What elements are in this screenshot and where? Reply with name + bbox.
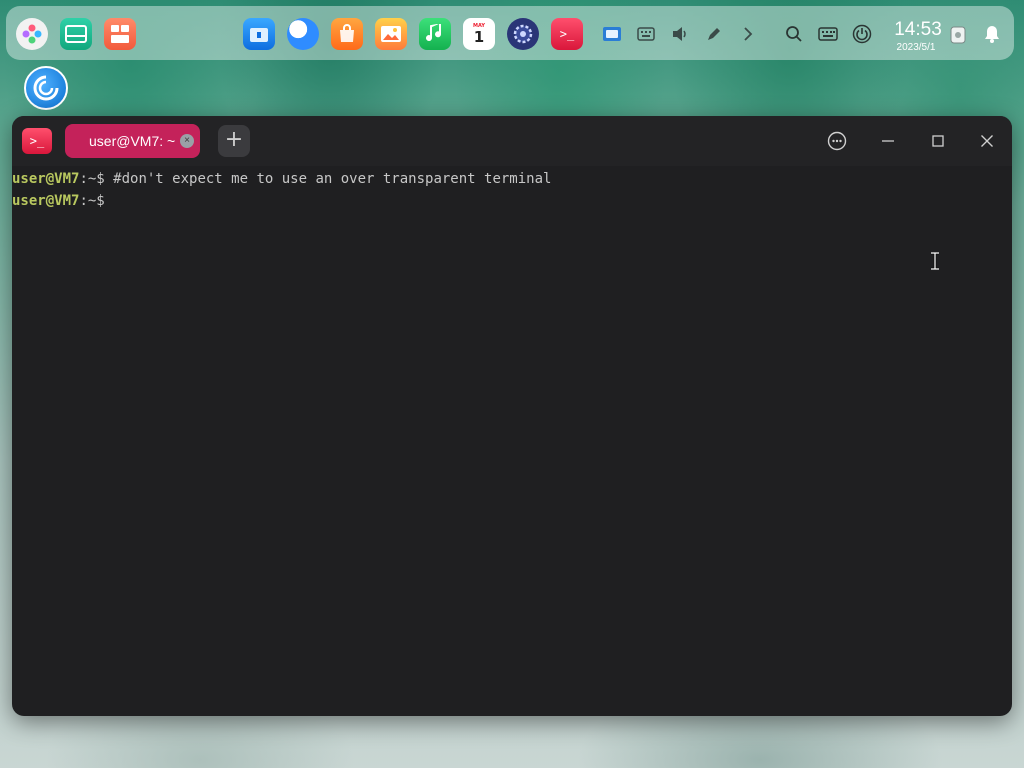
terminal-icon-label: >_ <box>559 27 575 41</box>
new-tab-label: + <box>224 127 244 152</box>
volume-icon[interactable] <box>668 22 692 46</box>
onscreen-keyboard-icon[interactable] <box>816 22 840 46</box>
screenshot-icon[interactable] <box>600 22 624 46</box>
multitask-icon[interactable] <box>60 18 92 50</box>
folder-icon[interactable] <box>243 18 275 50</box>
terminal-line: user@VM7:~$ #don't expect me to use an o… <box>12 168 1012 190</box>
tab-terminal[interactable]: user@VM7: ~ × <box>65 124 200 158</box>
tab-title: user@VM7: ~ <box>89 133 176 149</box>
music-icon[interactable] <box>419 18 451 50</box>
workspace-icon[interactable] <box>104 18 136 50</box>
browser-icon[interactable] <box>287 18 319 50</box>
prompt-path: :~$ <box>79 171 114 187</box>
keyboard-icon[interactable] <box>634 22 658 46</box>
window-menu-button[interactable] <box>824 128 850 154</box>
clock-time[interactable]: 14:53 <box>890 20 946 40</box>
pen-icon[interactable] <box>702 22 726 46</box>
close-button[interactable] <box>974 128 1000 154</box>
clock-date: 2023/5/1 <box>896 42 936 53</box>
terminal-app-icon-label: >_ <box>29 134 45 148</box>
trash-icon[interactable] <box>946 22 970 46</box>
terminal-line: user@VM7:~$ <box>12 190 1012 212</box>
power-icon[interactable] <box>850 22 874 46</box>
image-viewer-icon[interactable] <box>375 18 407 50</box>
search-icon[interactable] <box>782 22 806 46</box>
window-titlebar[interactable]: >_ user@VM7: ~ × + <box>12 116 1012 166</box>
notification-bell-icon[interactable] <box>980 22 1004 46</box>
prompt-user: user@VM7 <box>12 171 80 187</box>
new-tab-button[interactable]: + <box>218 125 250 157</box>
text-cursor-icon <box>930 251 940 271</box>
top-dock: MAY 1 >_ 14:53 2023/5/1 <box>6 6 1014 60</box>
command-text: #don't expect me to use an over transpar… <box>113 171 552 187</box>
chevron-right-icon[interactable] <box>736 22 760 46</box>
minimize-button[interactable] <box>875 128 901 154</box>
deepin-logo-icon[interactable] <box>24 66 68 110</box>
terminal-output[interactable]: user@VM7:~$ #don't expect me to use an o… <box>12 166 1012 716</box>
terminal-icon[interactable]: >_ <box>551 18 583 50</box>
app-store-icon[interactable] <box>331 18 363 50</box>
prompt-user: user@VM7 <box>12 193 80 209</box>
terminal-app-icon: >_ <box>22 128 52 154</box>
terminal-window: >_ user@VM7: ~ × + user@VM7:~$ #don't ex… <box>12 116 1012 716</box>
settings-icon[interactable] <box>507 18 539 50</box>
launcher-icon[interactable] <box>16 18 48 50</box>
calendar-icon[interactable]: MAY 1 <box>463 18 495 50</box>
tab-close-icon[interactable]: × <box>180 134 194 148</box>
prompt-path: :~$ <box>79 193 114 209</box>
maximize-button[interactable] <box>925 128 951 154</box>
